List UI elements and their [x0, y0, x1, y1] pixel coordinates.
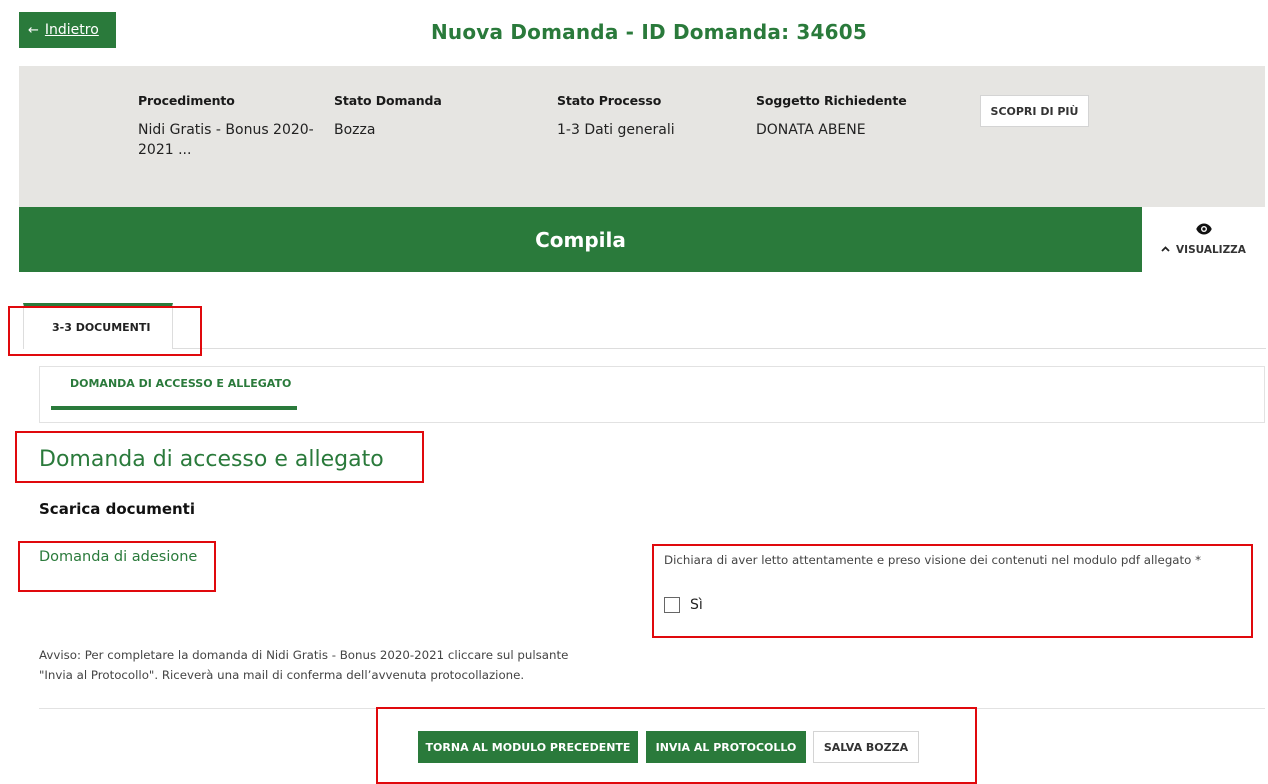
- info-stato-domanda: Stato Domanda Bozza: [334, 93, 442, 140]
- info-stato-domanda-value: Bozza: [334, 122, 376, 138]
- compila-banner: Compila: [19, 207, 1142, 272]
- info-procedimento-label: Procedimento: [138, 93, 235, 108]
- info-panel: Procedimento Nidi Gratis - Bonus 2020- 2…: [19, 66, 1265, 207]
- info-stato-processo-value: 1-3 Dati generali: [557, 122, 675, 138]
- info-soggetto: Soggetto Richiedente DONATA ABENE: [756, 93, 907, 140]
- info-stato-processo: Stato Processo 1-3 Dati generali: [557, 93, 675, 140]
- highlight-box-buttons: [376, 707, 977, 784]
- subtab-container: [39, 366, 1265, 423]
- subtab-active-indicator: [51, 406, 297, 410]
- info-stato-domanda-label: Stato Domanda: [334, 93, 442, 108]
- chevron-up-icon: [1161, 245, 1170, 255]
- eye-icon: [1195, 223, 1212, 237]
- tab-divider: [173, 348, 1266, 349]
- page-title: Nuova Domanda - ID Domanda: 34605: [430, 20, 868, 44]
- info-soggetto-value: DONATA ABENE: [756, 122, 866, 138]
- highlight-box-link: [18, 541, 216, 592]
- avviso-line-1: Avviso: Per completare la domanda di Nid…: [39, 648, 569, 662]
- highlight-box-tab: [8, 306, 202, 356]
- avviso-text: Avviso: Per completare la domanda di Nid…: [39, 645, 659, 685]
- subtab-domanda-accesso[interactable]: DOMANDA DI ACCESSO E ALLEGATO: [70, 377, 291, 390]
- compila-title: Compila: [535, 227, 626, 252]
- visualizza-toggle[interactable]: VISUALIZZA: [1142, 207, 1265, 272]
- visualizza-label: VISUALIZZA: [1176, 244, 1246, 256]
- info-procedimento-value-line1: Nidi Gratis - Bonus 2020-: [138, 122, 314, 138]
- highlight-box-title: [15, 431, 424, 483]
- scopri-di-piu-button[interactable]: SCOPRI DI PIÙ: [980, 95, 1089, 127]
- info-soggetto-label: Soggetto Richiedente: [756, 93, 907, 108]
- highlight-box-dichiara: [652, 544, 1253, 638]
- avviso-line-2: "Invia al Protocollo". Riceverà una mail…: [39, 668, 525, 682]
- scarica-heading: Scarica documenti: [39, 500, 195, 518]
- info-procedimento-value-line2: 2021 ...: [138, 142, 192, 158]
- info-stato-processo-label: Stato Processo: [557, 93, 662, 108]
- info-procedimento: Procedimento Nidi Gratis - Bonus 2020- 2…: [138, 93, 328, 160]
